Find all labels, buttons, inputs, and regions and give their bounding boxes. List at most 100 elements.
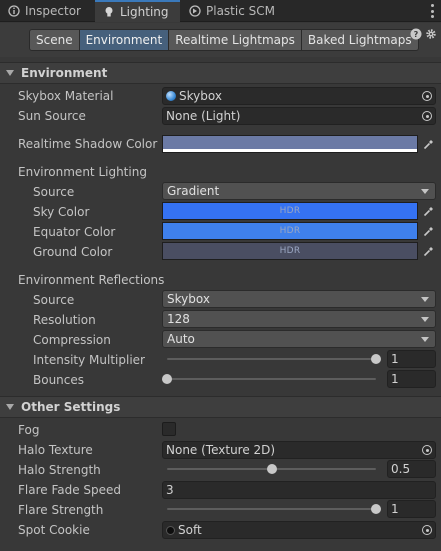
flare-strength-label: Flare Strength (18, 503, 104, 517)
slider-track (167, 508, 376, 510)
equator-color-hdr: HDR (279, 226, 301, 236)
intensity-multiplier-value: 1 (391, 352, 399, 366)
spot-cookie-label: Spot Cookie (18, 523, 90, 537)
reflection-source-dropdown[interactable]: Skybox (162, 290, 436, 308)
tab-plastic-scm[interactable]: Plastic SCM (181, 0, 291, 22)
info-icon (8, 5, 20, 17)
eyedropper-icon[interactable] (421, 202, 435, 220)
eyedropper-icon[interactable] (421, 135, 435, 153)
flare-strength-field[interactable]: 1 (387, 500, 436, 518)
object-picker-icon[interactable] (420, 89, 434, 103)
halo-strength-value: 0.5 (391, 462, 411, 476)
tab-baked-lightmaps[interactable]: Baked Lightmaps (301, 29, 419, 51)
compression-dropdown[interactable]: Auto (162, 330, 436, 348)
section-other-settings-title: Other Settings (21, 400, 121, 414)
sky-color-hdr: HDR (279, 206, 301, 216)
halo-strength-label: Halo Strength (18, 463, 101, 477)
bounces-field[interactable]: 1 (387, 370, 436, 388)
reflection-source-value: Skybox (167, 292, 210, 306)
sun-source-field[interactable]: None (Light) (162, 107, 436, 125)
plastic-scm-icon (189, 5, 201, 17)
section-environment-title: Environment (21, 66, 108, 80)
slider-track (167, 378, 376, 380)
equator-color-label: Equator Color (33, 225, 116, 239)
tab-environment[interactable]: Environment (79, 29, 170, 51)
halo-texture-field[interactable]: None (Texture 2D) (162, 441, 436, 459)
skybox-material-label: Skybox Material (18, 89, 114, 103)
tab-lighting[interactable]: Lighting (95, 0, 180, 22)
svg-text:?: ? (414, 30, 419, 39)
slider-thumb[interactable] (371, 504, 381, 514)
flare-fade-speed-field[interactable]: 3 (162, 481, 436, 499)
sun-source-label: Sun Source (18, 109, 86, 123)
flare-strength-value: 1 (391, 502, 399, 516)
flare-fade-speed-value: 3 (166, 483, 174, 497)
resolution-value: 128 (167, 312, 190, 326)
halo-texture-label: Halo Texture (18, 443, 93, 457)
eyedropper-icon[interactable] (421, 222, 435, 240)
flare-fade-speed-label: Flare Fade Speed (18, 483, 122, 497)
tab-lighting-label: Lighting (120, 5, 169, 19)
slider-thumb[interactable] (371, 354, 381, 364)
ground-color-field[interactable]: HDR (162, 242, 418, 260)
chevron-down-icon (421, 297, 429, 302)
intensity-multiplier-slider[interactable] (162, 350, 381, 368)
resolution-dropdown[interactable]: 128 (162, 310, 436, 328)
sky-color-field[interactable]: HDR (162, 202, 418, 220)
spot-cookie-field[interactable]: Soft (162, 521, 436, 539)
fog-checkbox[interactable] (162, 422, 176, 436)
object-picker-icon[interactable] (420, 443, 434, 457)
fog-label: Fog (18, 423, 40, 437)
foldout-arrow-icon (6, 404, 14, 410)
realtime-shadow-color-field[interactable] (162, 135, 418, 153)
window-menu-icon[interactable] (429, 4, 435, 18)
object-picker-icon[interactable] (420, 523, 434, 537)
bounces-label: Bounces (33, 373, 85, 387)
flare-strength-slider[interactable] (162, 500, 381, 518)
equator-color-field[interactable]: HDR (162, 222, 418, 240)
ground-color-label: Ground Color (33, 245, 113, 259)
tab-inspector[interactable]: Inspector (0, 0, 94, 22)
tab-plastic-scm-label: Plastic SCM (206, 4, 275, 18)
chevron-down-icon (421, 317, 429, 322)
skybox-material-field[interactable]: Skybox (162, 87, 436, 105)
alpha-bar (163, 149, 417, 152)
bounces-slider[interactable] (162, 370, 381, 388)
tab-inspector-label: Inspector (25, 4, 81, 18)
halo-strength-field[interactable]: 0.5 (387, 460, 436, 478)
halo-strength-slider[interactable] (162, 460, 381, 478)
chevron-down-icon (421, 189, 429, 194)
realtime-shadow-color-label: Realtime Shadow Color (18, 137, 158, 151)
tab-scene[interactable]: Scene (29, 29, 80, 51)
lightbulb-icon (103, 6, 115, 18)
sky-color-label: Sky Color (33, 205, 90, 219)
slider-track (167, 358, 376, 360)
tab-realtime-lightmaps[interactable]: Realtime Lightmaps (169, 29, 302, 51)
sun-source-value: None (Light) (166, 109, 241, 123)
intensity-multiplier-field[interactable]: 1 (387, 350, 436, 368)
compression-label: Compression (33, 333, 111, 347)
chevron-down-icon (421, 337, 429, 342)
object-picker-icon[interactable] (420, 109, 434, 123)
section-environment[interactable]: Environment (0, 62, 441, 84)
texture-icon (166, 525, 175, 535)
foldout-arrow-icon (6, 70, 14, 76)
bounces-value: 1 (391, 372, 399, 386)
section-other-settings[interactable]: Other Settings (0, 396, 441, 418)
intensity-multiplier-label: Intensity Multiplier (33, 353, 145, 367)
spot-cookie-value: Soft (178, 523, 202, 537)
halo-texture-value: None (Texture 2D) (166, 443, 276, 457)
environment-lighting-label: Environment Lighting (18, 165, 147, 179)
lighting-mode-tabs: Scene Environment Realtime Lightmaps Bak… (29, 29, 419, 51)
resolution-label: Resolution (33, 313, 96, 327)
skybox-material-value: Skybox (179, 89, 222, 103)
eyedropper-icon[interactable] (421, 242, 435, 260)
slider-thumb[interactable] (162, 374, 172, 384)
help-icon[interactable]: ? (410, 28, 422, 40)
reflection-source-label: Source (33, 293, 75, 307)
lighting-source-value: Gradient (167, 184, 220, 198)
slider-thumb[interactable] (266, 464, 277, 474)
gear-icon[interactable] (425, 28, 437, 40)
lighting-source-dropdown[interactable]: Gradient (162, 182, 436, 200)
compression-value: Auto (167, 332, 195, 346)
